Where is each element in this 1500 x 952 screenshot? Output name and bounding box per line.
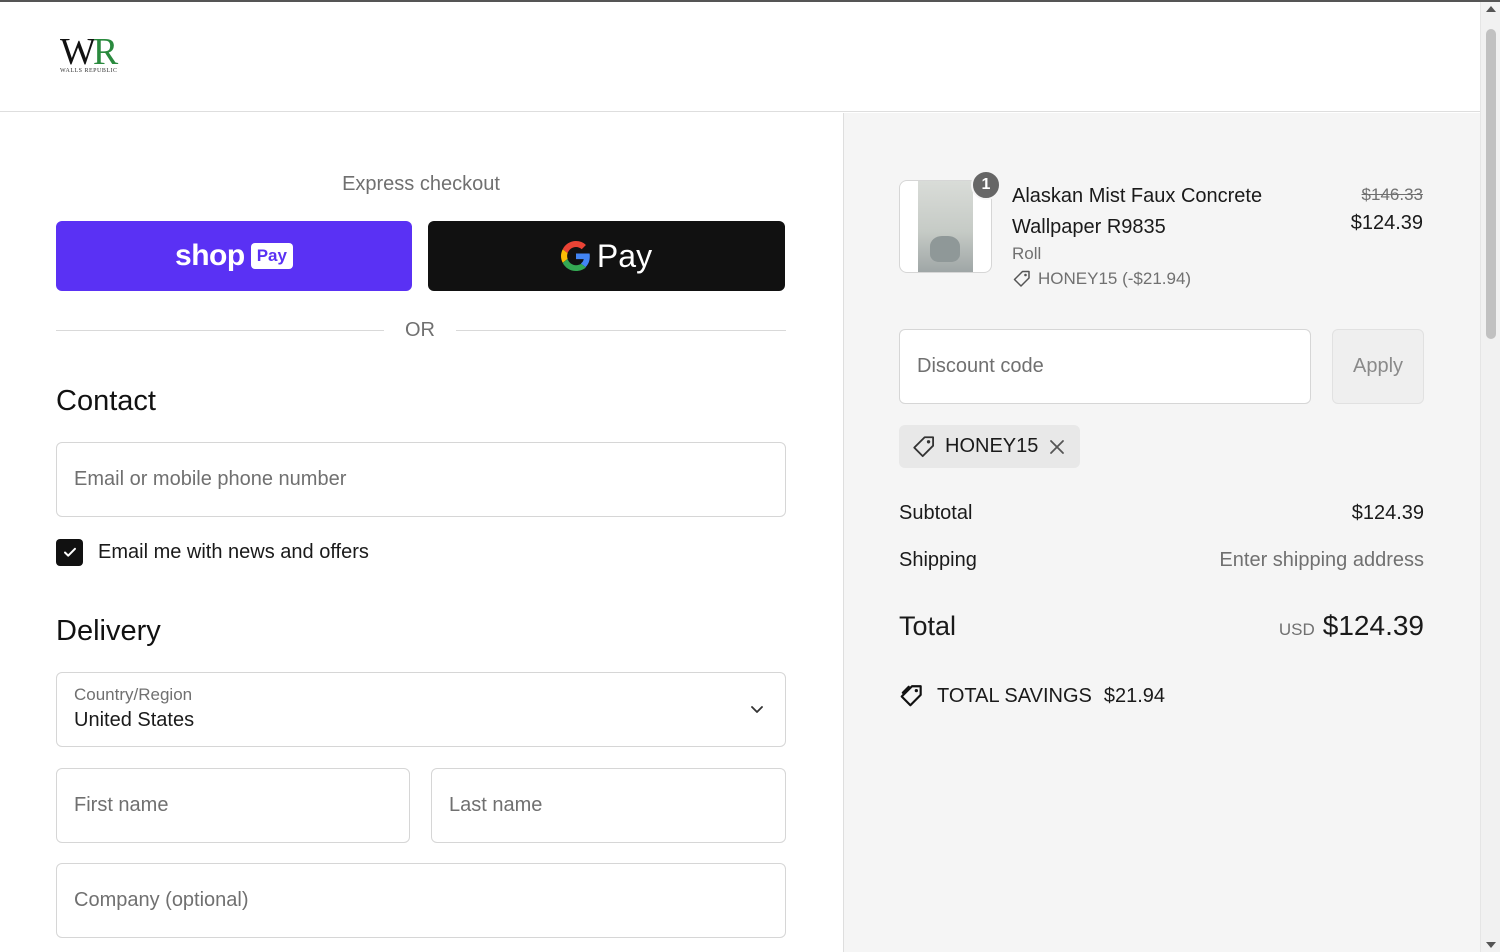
shipping-row: Shipping Enter shipping address [899, 549, 1424, 572]
product-name: Alaskan Mist Faux Concrete Wallpaper R98… [1012, 185, 1263, 238]
google-g-icon [560, 241, 590, 271]
checkout-form: Express checkout shop Pay Pay OR Contact [0, 113, 843, 952]
or-divider: OR [56, 319, 786, 343]
close-icon [1050, 439, 1065, 454]
savings-tag-icon [900, 685, 922, 707]
shop-pay-wordmark: shop [175, 239, 245, 272]
country-select-label: Country/Region [74, 685, 193, 704]
remove-discount-button[interactable] [1048, 438, 1066, 456]
logo-mark: WR [60, 32, 130, 72]
express-checkout-title: Express checkout [342, 173, 500, 195]
total-row: Total USD $124.39 [899, 610, 1424, 642]
scroll-down-arrow-icon[interactable] [1486, 942, 1496, 948]
newsletter-checkbox[interactable] [56, 538, 83, 566]
tag-icon [913, 435, 935, 457]
delivery-heading: Delivery [56, 615, 161, 647]
page-scrollbar[interactable] [1480, 2, 1500, 952]
product-discount-text: HONEY15 (-$21.94) [1038, 269, 1192, 288]
shipping-value: Enter shipping address [1219, 549, 1424, 571]
logo-subtitle: WALLS REPUBLIC [60, 68, 118, 74]
product-image [918, 181, 973, 272]
applied-discount-code: HONEY15 [945, 435, 1039, 457]
scroll-up-arrow-icon[interactable] [1486, 6, 1496, 12]
header: WR WALLS REPUBLIC [0, 2, 1480, 112]
google-pay-label: Pay [596, 237, 653, 274]
price-current: $124.39 [1350, 212, 1423, 234]
google-pay-button[interactable]: Pay [428, 221, 785, 291]
email-field-wrapper [56, 442, 786, 517]
email-field[interactable] [57, 443, 785, 516]
tag-icon [1013, 270, 1030, 287]
total-label: Total [899, 611, 957, 641]
first-name-field[interactable] [57, 769, 409, 842]
divider-line-left [56, 330, 384, 331]
company-wrapper [56, 863, 786, 938]
discount-code-wrapper [899, 329, 1311, 404]
store-logo[interactable]: WR WALLS REPUBLIC [60, 32, 130, 82]
logo-letter-w: W [60, 31, 96, 73]
logo-letter-r: R [92, 31, 118, 73]
checkout-page: WR WALLS REPUBLIC Express checkout shop … [0, 0, 1500, 952]
total-savings: TOTAL SAVINGS $21.94 [899, 683, 1165, 709]
apply-discount-button[interactable]: Apply [1332, 329, 1424, 404]
or-text: OR [405, 319, 435, 341]
shop-pay-button[interactable]: shop Pay [56, 221, 412, 291]
subtotal-label: Subtotal [899, 502, 973, 524]
checkmark-icon [63, 547, 76, 557]
quantity-badge: 1 [971, 170, 1001, 200]
country-select[interactable]: Country/Region United States [56, 672, 786, 747]
product-image-object [930, 236, 960, 262]
divider-line-right [456, 330, 786, 331]
country-select-value: United States [74, 709, 195, 731]
savings-value: $21.94 [1103, 684, 1166, 707]
price-original: $146.33 [1361, 185, 1423, 204]
scrollbar-thumb[interactable] [1486, 29, 1496, 339]
product-variant: Roll [1012, 244, 1042, 263]
total-amount: USD $124.39 [1279, 610, 1424, 642]
product-discount: HONEY15 (-$21.94) [1012, 269, 1191, 289]
total-value: $124.39 [1322, 610, 1424, 641]
applied-discount-tag: HONEY15 [899, 425, 1081, 468]
last-name-field[interactable] [432, 769, 785, 842]
newsletter-label[interactable]: Email me with news and offers [98, 541, 369, 564]
savings-label: TOTAL SAVINGS [937, 684, 1092, 707]
first-name-wrapper [56, 768, 410, 843]
chevron-down-icon [751, 706, 763, 713]
newsletter-checkbox-row: Email me with news and offers [56, 538, 369, 566]
discount-code-field[interactable] [900, 330, 1310, 403]
total-currency: USD [1278, 620, 1315, 639]
shipping-label: Shipping [899, 549, 977, 571]
contact-heading: Contact [56, 385, 156, 417]
last-name-wrapper [431, 768, 786, 843]
shop-pay-badge: Pay [250, 243, 293, 269]
company-field[interactable] [57, 864, 785, 937]
order-summary: 1 Alaskan Mist Faux Concrete Wallpaper R… [843, 113, 1480, 952]
subtotal-value: $124.39 [1351, 502, 1424, 524]
subtotal-row: Subtotal $124.39 [899, 502, 1424, 525]
